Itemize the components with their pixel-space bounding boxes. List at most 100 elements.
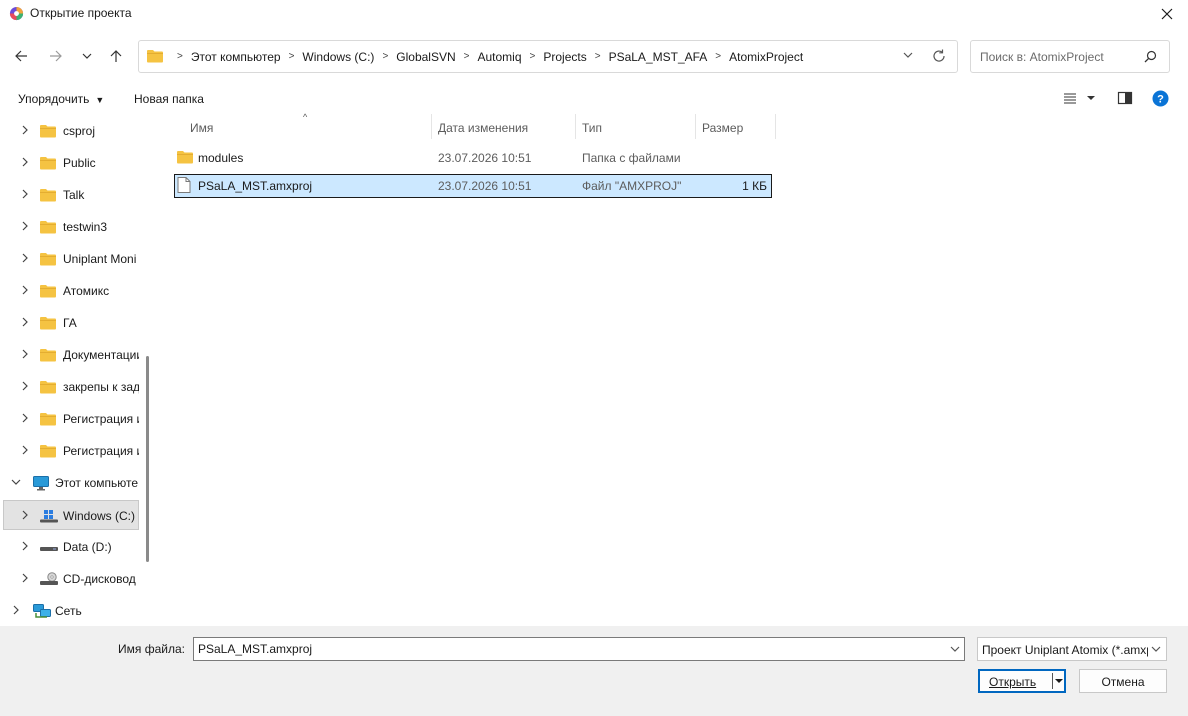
chevron-right-icon[interactable] [11, 605, 21, 618]
breadcrumb-item[interactable]: Windows (C:) [302, 50, 374, 64]
file-name: modules [198, 151, 244, 165]
column-header-size[interactable]: Размер [702, 114, 743, 139]
up-button[interactable] [106, 46, 126, 66]
chevron-right-icon[interactable]: > [289, 51, 295, 62]
open-button[interactable]: Открыть [978, 669, 1066, 693]
close-button[interactable] [1156, 3, 1178, 25]
breadcrumb-item[interactable]: Этот компьютер [191, 50, 281, 64]
preview-pane-button[interactable] [1117, 90, 1133, 109]
chevron-right-icon[interactable] [20, 317, 30, 330]
breadcrumb-item[interactable]: PSaLA_MST_AFA [609, 50, 708, 64]
tree-scrollbar[interactable] [146, 356, 149, 562]
chevron-right-icon[interactable] [20, 125, 30, 138]
cancel-label: Отмена [1101, 675, 1145, 689]
tree-item[interactable]: Сеть [0, 596, 142, 626]
breadcrumb-item[interactable]: AtomixProject [729, 50, 803, 64]
column-divider[interactable] [695, 114, 696, 139]
windows-drive-icon [40, 509, 58, 526]
chevron-right-icon[interactable] [20, 573, 30, 586]
breadcrumb-item[interactable]: Projects [543, 50, 586, 64]
back-button[interactable] [11, 46, 31, 66]
tree-item[interactable]: ГА [0, 308, 142, 338]
forward-button[interactable] [46, 46, 66, 66]
tree-item[interactable]: csproj [0, 116, 142, 146]
column-divider[interactable] [775, 114, 776, 139]
tree-item[interactable]: Public [0, 148, 142, 178]
chevron-right-icon[interactable] [20, 510, 30, 523]
chevron-right-icon[interactable]: > [464, 51, 470, 62]
tree-item[interactable]: Атомикс [0, 276, 142, 306]
tree-item[interactable]: testwin3 [0, 212, 142, 242]
chevron-right-icon[interactable] [20, 221, 30, 234]
open-options-caret-icon[interactable] [1055, 677, 1063, 685]
tree-item[interactable]: Регистрация и [0, 404, 142, 434]
refresh-icon[interactable] [931, 48, 947, 64]
search-input[interactable]: Поиск в: AtomixProject [970, 40, 1170, 73]
title-bar: Открытие проекта [0, 0, 1188, 28]
chevron-right-icon[interactable] [20, 285, 30, 298]
folder-icon [40, 284, 56, 301]
help-button[interactable]: ? [1152, 90, 1169, 110]
tree-item-label: Документации [63, 348, 139, 362]
view-options-button[interactable] [1063, 90, 1099, 109]
window-title: Открытие проекта [30, 6, 132, 20]
address-history-chevron-icon[interactable] [903, 50, 913, 60]
chevron-right-icon[interactable] [20, 381, 30, 394]
tree-item[interactable]: Talk [0, 180, 142, 210]
recent-locations-button[interactable] [77, 46, 97, 66]
navigation-bar: > Этот компьютер > Windows (C:) > GlobalSVN > A… [0, 34, 1188, 78]
file-list[interactable]: Имя ^ Дата изменения Тип Размер modules 2… [157, 112, 1183, 626]
tree-item-label: Windows (C:) [63, 509, 136, 523]
filetype-select[interactable]: Проект Uniplant Atomix (*.amxproj) [977, 637, 1167, 661]
tree-item[interactable]: CD-дисковод [0, 564, 142, 594]
chevron-right-icon[interactable]: > [595, 51, 601, 62]
tree-item[interactable]: Регистрация и [0, 436, 142, 466]
navigation-tree[interactable]: csproj Public Talk testwin3 Uniplant Moni Ато… [0, 114, 142, 626]
chevron-right-icon[interactable] [20, 189, 30, 202]
help-icon: ? [1152, 90, 1169, 107]
column-header-date[interactable]: Дата изменения [438, 114, 528, 139]
column-divider[interactable] [431, 114, 432, 139]
column-header-type[interactable]: Тип [582, 114, 602, 139]
column-header-name[interactable]: Имя [190, 114, 213, 139]
chevron-right-icon[interactable] [20, 253, 30, 266]
chevron-right-icon[interactable] [20, 349, 30, 362]
close-icon [1161, 8, 1173, 20]
folder-icon [40, 252, 56, 269]
breadcrumb-item[interactable]: Automiq [478, 50, 522, 64]
chevron-down-icon [82, 53, 92, 59]
file-date: 23.07.2026 10:51 [438, 151, 532, 165]
column-divider[interactable] [575, 114, 576, 139]
new-folder-button[interactable]: Новая папка [134, 92, 204, 106]
chevron-right-icon[interactable]: > [177, 51, 183, 62]
file-row[interactable]: modules 23.07.2026 10:51 Папка с файлами [174, 146, 772, 170]
chevron-right-icon[interactable] [20, 413, 30, 426]
chevron-right-icon[interactable] [20, 445, 30, 458]
chevron-right-icon[interactable]: > [530, 51, 536, 62]
tree-item[interactable]: Data (D:) [0, 532, 142, 562]
preview-pane-icon [1117, 91, 1133, 105]
tree-item-label: Uniplant Moni [63, 252, 137, 266]
chevron-right-icon[interactable] [20, 541, 30, 554]
file-row[interactable]: PSaLA_MST.amxproj 23.07.2026 10:51 Файл "A… [174, 174, 772, 198]
tree-item[interactable]: закрепы к зад [0, 372, 142, 402]
tree-item[interactable]: Документации [0, 340, 142, 370]
tree-item[interactable]: Windows (C:) [3, 500, 139, 530]
organize-menu[interactable]: Упорядочить ▼ [18, 92, 104, 106]
file-type: Папка с файлами [582, 151, 681, 165]
address-bar[interactable]: > Этот компьютер > Windows (C:) > GlobalSVN > A… [138, 40, 958, 73]
tree-item[interactable]: Uniplant Moni [0, 244, 142, 274]
chevron-right-icon[interactable]: > [715, 51, 721, 62]
filename-input[interactable]: PSaLA_MST.amxproj [193, 637, 965, 661]
dialog-footer: Имя файла: PSaLA_MST.amxproj Проект Unip… [0, 626, 1188, 716]
tree-item-label: testwin3 [63, 220, 108, 234]
folder-icon [40, 444, 56, 461]
tree-item[interactable]: Этот компьюте [0, 468, 142, 498]
breadcrumb-item[interactable]: GlobalSVN [396, 50, 455, 64]
chevron-right-icon[interactable]: > [382, 51, 388, 62]
chevron-down-icon[interactable] [950, 644, 960, 654]
file-date: 23.07.2026 10:51 [438, 179, 532, 193]
cancel-button[interactable]: Отмена [1079, 669, 1167, 693]
chevron-down-icon[interactable] [11, 477, 21, 490]
chevron-right-icon[interactable] [20, 157, 30, 170]
